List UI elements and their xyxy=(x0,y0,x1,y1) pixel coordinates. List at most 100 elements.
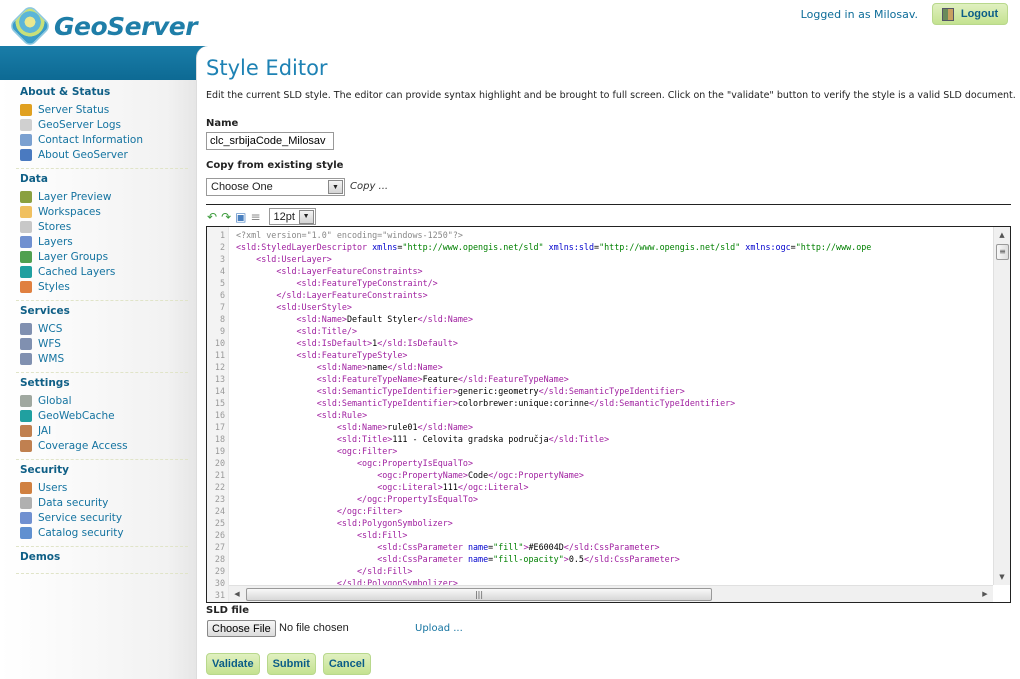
upload-link[interactable]: Upload ... xyxy=(415,623,463,634)
code-text: <sld:StyledLayerDescriptor xmlns="http:/… xyxy=(236,242,872,252)
geoserver-logo[interactable]: GeoServer xyxy=(7,3,198,49)
line-number: 6 xyxy=(219,290,225,300)
sidebar-item-wms[interactable]: WMS xyxy=(20,351,188,366)
scroll-down-icon[interactable]: ▼ xyxy=(994,569,1010,585)
logout-door-icon xyxy=(941,7,954,21)
server-icon xyxy=(20,394,32,407)
line-number: 24 xyxy=(214,506,225,516)
sidebar-item-layer-preview[interactable]: Layer Preview xyxy=(20,189,188,204)
code-text: <ogc:PropertyIsEqualTo> xyxy=(357,458,473,468)
cancel-button[interactable]: Cancel xyxy=(322,653,371,675)
code-text: <sld:CssParameter name="fill-opacity">0.… xyxy=(377,554,680,564)
line-number: 17 xyxy=(214,422,225,432)
code-line: 1 <?xml version="1.0" encoding="windows-1… xyxy=(207,229,871,241)
vertical-scroll-thumb[interactable]: ≡ xyxy=(996,244,1009,260)
no-file-text: No file chosen xyxy=(279,622,349,634)
goto-line-icon[interactable]: ▣ xyxy=(235,210,246,224)
code-text: <sld:Name>Default Styler</sld:Name> xyxy=(296,314,473,324)
sidebar-item-label: Workspaces xyxy=(38,205,101,218)
sidebar-section-title[interactable]: Services xyxy=(20,305,188,317)
code-text: <sld:PolygonSymbolizer> xyxy=(336,518,453,528)
sidebar-section: Security Users Data security Service securi… xyxy=(16,460,188,547)
reformat-icon[interactable]: ≡ xyxy=(250,210,260,224)
page-title: Style Editor xyxy=(206,56,328,80)
code-line: 4 <sld:LayerFeatureConstraints> xyxy=(207,265,871,277)
copy-style-select[interactable]: Choose One ▼ xyxy=(206,178,345,196)
vertical-scrollbar[interactable]: ▲ ≡ ▼ xyxy=(993,227,1010,585)
sidebar-item-label: Users xyxy=(38,481,68,494)
code-text: </ogc:Filter> xyxy=(336,506,403,516)
scroll-right-icon[interactable]: ▶ xyxy=(977,586,993,602)
code-text: <sld:IsDefault>1</sld:IsDefault> xyxy=(296,338,458,348)
sidebar-item-geowebcache[interactable]: GeoWebCache xyxy=(20,408,188,423)
form-actions: Validate Submit Cancel xyxy=(206,653,378,675)
sidebar-item-coverage-access[interactable]: Coverage Access xyxy=(20,438,188,453)
style-name-input[interactable] xyxy=(206,132,334,150)
sidebar-item-about-geoserver[interactable]: About GeoServer xyxy=(20,147,188,162)
code-content[interactable]: 1 <?xml version="1.0" encoding="windows-1… xyxy=(207,229,871,601)
sidebar-section-title[interactable]: Settings xyxy=(20,377,188,389)
page-description: Edit the current SLD style. The editor c… xyxy=(206,90,1016,101)
sidebar-item-server-status[interactable]: Server Status xyxy=(20,102,188,117)
sidebar-item-layers[interactable]: Layers xyxy=(20,234,188,249)
sidebar-section: Demos xyxy=(16,547,188,574)
sidebar-item-wfs[interactable]: WFS xyxy=(20,336,188,351)
code-text: <sld:Name>rule01</sld:Name> xyxy=(336,422,473,432)
validate-button[interactable]: Validate xyxy=(206,653,260,675)
chevron-down-icon[interactable]: ▼ xyxy=(328,180,343,194)
sidebar-item-stores[interactable]: Stores xyxy=(20,219,188,234)
sidebar-item-styles[interactable]: Styles xyxy=(20,279,188,294)
line-number: 22 xyxy=(214,482,225,492)
chevron-down-icon[interactable]: ▼ xyxy=(298,209,314,224)
code-text: <sld:SemanticTypeIdentifier>generic:geom… xyxy=(316,386,685,396)
sidebar-item-layer-groups[interactable]: Layer Groups xyxy=(20,249,188,264)
sidebar-item-data-security[interactable]: Data security xyxy=(20,495,188,510)
code-text: </sld:Fill> xyxy=(357,566,413,576)
code-text: <sld:FeatureTypeStyle> xyxy=(296,350,408,360)
scroll-up-icon[interactable]: ▲ xyxy=(994,227,1010,243)
sidebar-item-contact-information[interactable]: Contact Information xyxy=(20,132,188,147)
geoserver-globe-icon xyxy=(7,3,53,49)
scroll-left-icon[interactable]: ◀ xyxy=(229,586,245,602)
logout-button[interactable]: Logout xyxy=(932,3,1008,25)
horizontal-scroll-thumb[interactable]: ||| xyxy=(246,588,712,601)
line-number: 4 xyxy=(219,266,225,276)
sidebar-item-workspaces[interactable]: Workspaces xyxy=(20,204,188,219)
code-line: 17 <sld:Name>rule01</sld:Name> xyxy=(207,421,871,433)
choose-file-button[interactable]: Choose File xyxy=(207,620,276,637)
sidebar: About & Status Server Status GeoServer Log… xyxy=(0,80,196,679)
font-size-select[interactable]: 12pt ▼ xyxy=(268,208,316,225)
sidebar-section-title[interactable]: Data xyxy=(20,173,188,185)
sidebar-section-title[interactable]: About & Status xyxy=(20,86,188,98)
sidebar-item-catalog-security[interactable]: Catalog security xyxy=(20,525,188,540)
name-label: Name xyxy=(206,118,239,129)
sidebar-item-label: About GeoServer xyxy=(38,148,128,161)
code-line: 18 <sld:Title>111 - Celovita gradska pod… xyxy=(207,433,871,445)
code-line: 6 </sld:LayerFeatureConstraints> xyxy=(207,289,871,301)
horizontal-scrollbar[interactable]: ◀ ||| ▶ xyxy=(229,585,993,602)
code-text: </ogc:PropertyIsEqualTo> xyxy=(357,494,479,504)
sidebar-item-service-security[interactable]: Service security xyxy=(20,510,188,525)
sidebar-item-geoserver-logs[interactable]: GeoServer Logs xyxy=(20,117,188,132)
sidebar-item-wcs[interactable]: WCS xyxy=(20,321,188,336)
line-number: 2 xyxy=(219,242,225,252)
redo-icon[interactable]: ↷ xyxy=(221,210,231,224)
sidebar-section: Settings Global GeoWebCache JAI Coverage Acc… xyxy=(16,373,188,460)
sidebar-item-jai[interactable]: JAI xyxy=(20,423,188,438)
globe-cache-icon xyxy=(20,409,32,422)
catalog-key-icon xyxy=(20,526,32,539)
data-key-icon xyxy=(20,496,32,509)
wfs-service-icon xyxy=(20,337,32,350)
sidebar-item-global[interactable]: Global xyxy=(20,393,188,408)
sidebar-item-label: Coverage Access xyxy=(38,439,128,452)
sidebar-section-title[interactable]: Demos xyxy=(20,551,188,563)
code-editor[interactable]: 1 <?xml version="1.0" encoding="windows-1… xyxy=(206,226,1011,603)
undo-icon[interactable]: ↶ xyxy=(207,210,217,224)
sidebar-section-title[interactable]: Security xyxy=(20,464,188,476)
divider xyxy=(206,204,1011,205)
submit-button[interactable]: Submit xyxy=(266,653,316,675)
sidebar-item-users[interactable]: Users xyxy=(20,480,188,495)
code-line: 21 <ogc:PropertyName>Code</ogc:PropertyN… xyxy=(207,469,871,481)
sidebar-item-cached-layers[interactable]: Cached Layers xyxy=(20,264,188,279)
copy-link[interactable]: Copy ... xyxy=(350,181,388,192)
